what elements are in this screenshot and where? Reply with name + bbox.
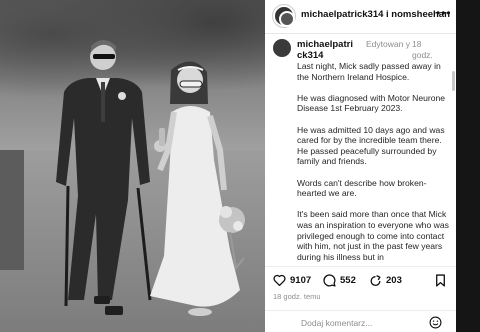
action-bar: 9107 552 203 xyxy=(265,266,456,292)
caption-paragraph: Words can't describe how broken-hearted … xyxy=(297,177,427,199)
comment-bar xyxy=(265,310,456,332)
wedding-couple-illustration xyxy=(56,40,245,316)
background-overlay[interactable] xyxy=(456,0,480,332)
collaborator-avatar[interactable] xyxy=(279,11,295,27)
caption-text: Last night, Mick sadly passed away in th… xyxy=(297,61,450,265)
bookmark-icon xyxy=(436,274,445,287)
post-usernames[interactable]: michaelpatrick314 i nomsheehan xyxy=(301,9,450,20)
bride-figure xyxy=(150,61,245,316)
caption-username[interactable]: michaelpatrick314 xyxy=(297,39,357,61)
edited-label: Edytowan y xyxy=(366,39,410,49)
emoji-icon[interactable] xyxy=(429,316,442,332)
caption-paragraph: He was diagnosed with Motor Neurone Dise… xyxy=(297,92,446,114)
heart-icon xyxy=(273,274,286,286)
post-panel: michaelpatrick314 i nomsheehan ••• micha… xyxy=(265,0,456,332)
groom-figure xyxy=(56,40,152,315)
share-icon xyxy=(370,275,381,287)
comment-icon xyxy=(323,274,336,287)
post-header: michaelpatrick314 i nomsheehan ••• xyxy=(265,0,456,34)
caption-time[interactable]: 18 godz. xyxy=(412,39,442,61)
post-photo[interactable] xyxy=(0,0,265,332)
caption-paragraph: He was admitted 10 days ago and was care… xyxy=(297,124,445,167)
comment-input[interactable] xyxy=(301,316,421,330)
caption-avatar[interactable] xyxy=(273,39,291,57)
more-horizontal-icon[interactable]: ••• xyxy=(436,6,452,20)
share-count[interactable]: 203 xyxy=(386,275,402,286)
caption-paragraph: It's been said more than once that Mick … xyxy=(297,209,449,262)
caption-paragraph: Last night, Mick sadly passed away in th… xyxy=(297,61,441,82)
comment-count[interactable]: 552 xyxy=(340,275,356,286)
save-button[interactable] xyxy=(435,274,446,292)
caption-area: michaelpatrick314 Edytowan y 18 godz. La… xyxy=(265,35,456,265)
like-count[interactable]: 9107 xyxy=(290,275,311,286)
post-timestamp[interactable]: 18 godz. temu xyxy=(273,292,321,301)
caption-scrollbar[interactable] xyxy=(452,71,455,91)
